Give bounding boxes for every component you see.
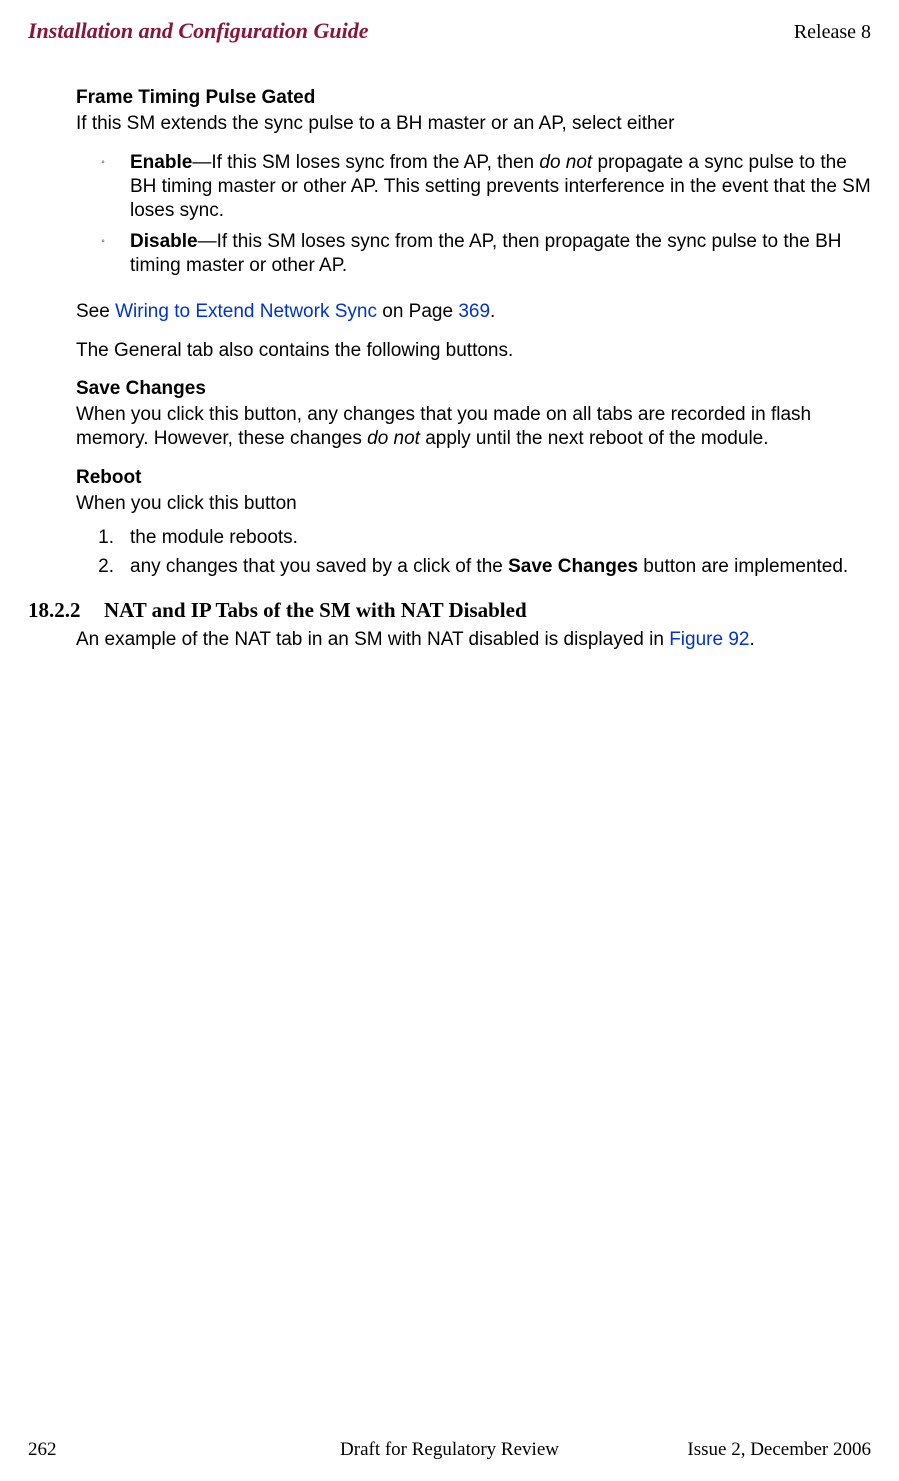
page-content: Frame Timing Pulse Gated If this SM exte… [76,86,871,652]
text-emphasis: do not [539,152,592,173]
header-release: Release 8 [794,21,871,44]
text: any changes that you saved by a click of… [130,556,508,577]
text: An example of the NAT tab in an SM with … [76,629,669,650]
option-label-disable: Disable [130,231,198,252]
page-footer: Draft for Regulatory Review 262 Issue 2,… [28,1439,871,1461]
option-label-enable: Enable [130,152,192,173]
page-number-link[interactable]: 369 [458,301,490,322]
text: —If this SM loses sync from the AP, then… [130,231,841,276]
number-marker: 1. [76,526,130,550]
text: . [749,629,754,650]
section-title-frame-timing: Frame Timing Pulse Gated [76,86,871,110]
text: the module reboots. [130,526,871,550]
text: . [490,301,495,322]
save-changes-description: When you click this button, any changes … [76,403,871,452]
page-header: Installation and Configuration Guide Rel… [28,18,871,44]
number-marker: 2. [76,555,130,579]
text: button are implemented. [638,556,848,577]
list-item: 2. any changes that you saved by a click… [76,555,871,579]
nat-ip-description: An example of the NAT tab in an SM with … [76,628,871,652]
figure-reference-link[interactable]: Figure 92 [669,629,749,650]
section-title-reboot: Reboot [76,466,871,490]
document-page: Installation and Configuration Guide Rel… [0,0,899,1481]
text-emphasis: do not [367,428,420,449]
text: —If this SM loses sync from the AP, then [192,152,539,173]
header-title: Installation and Configuration Guide [28,18,369,44]
bullet-body: Disable—If this SM loses sync from the A… [130,230,871,279]
text: apply until the next reboot of the modul… [420,428,769,449]
footer-issue-date: Issue 2, December 2006 [687,1439,871,1461]
list-item: 1. the module reboots. [76,526,871,550]
bullet-marker-icon: ◦ [76,230,130,279]
bullet-body: Enable—If this SM loses sync from the AP… [130,151,871,224]
list-item: ◦ Disable—If this SM loses sync from the… [76,230,871,279]
text: See [76,301,115,322]
button-name-reference: Save Changes [508,556,638,577]
see-reference: See Wiring to Extend Network Sync on Pag… [76,300,871,324]
numbered-list-reboot: 1. the module reboots. 2. any changes th… [76,526,871,579]
heading-title: NAT and IP Tabs of the SM with NAT Disab… [104,597,527,624]
cross-reference-link[interactable]: Wiring to Extend Network Sync [115,301,377,322]
footer-page-number: 262 [28,1439,57,1461]
section-intro: If this SM extends the sync pulse to a B… [76,112,871,136]
section-title-save-changes: Save Changes [76,377,871,401]
bullet-list-enable-disable: ◦ Enable—If this SM loses sync from the … [76,151,871,279]
bullet-marker-icon: ◦ [76,151,130,224]
list-body: any changes that you saved by a click of… [130,555,871,579]
text: on Page [377,301,458,322]
heading-nat-ip-tabs: 18.2.2 NAT and IP Tabs of the SM with NA… [28,597,871,624]
reboot-intro: When you click this button [76,492,871,516]
general-tab-note: The General tab also contains the follow… [76,339,871,363]
heading-number: 18.2.2 [28,597,104,624]
list-item: ◦ Enable—If this SM loses sync from the … [76,151,871,224]
